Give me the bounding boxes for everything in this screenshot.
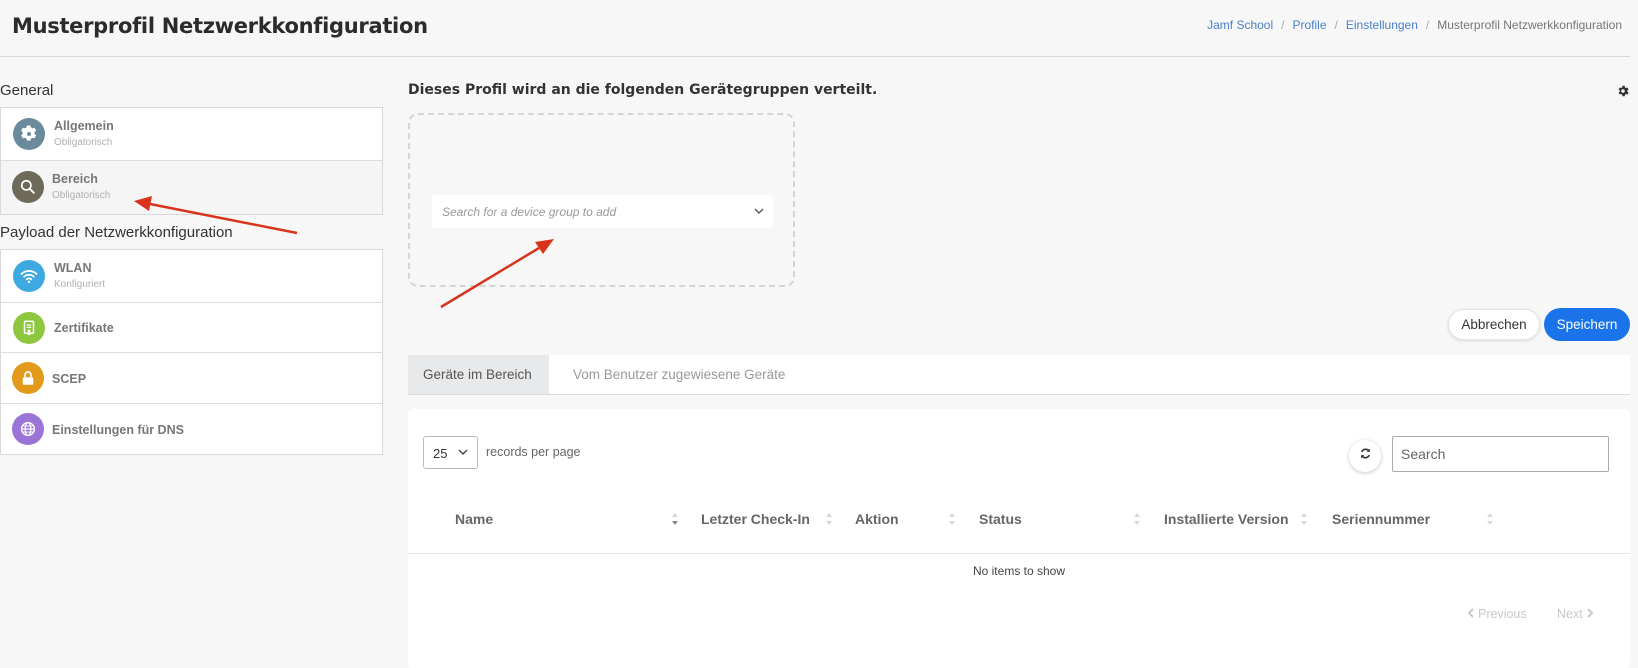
column-header-status[interactable]: Status <box>979 511 1022 527</box>
previous-page-button[interactable]: Previous <box>1467 607 1527 621</box>
sidebar-item-wlan[interactable]: WLAN Konfiguriert <box>1 250 382 303</box>
records-per-page-label: records per page <box>486 445 581 459</box>
tab-devices-in-scope[interactable]: Geräte im Bereich <box>408 355 549 394</box>
sidebar-item-label: SCEP <box>52 372 87 386</box>
save-button[interactable]: Speichern <box>1544 308 1630 341</box>
sidebar-item-scep[interactable]: SCEP <box>1 353 382 404</box>
chevron-down-icon <box>457 446 469 461</box>
column-header-last-checkin[interactable]: Letzter Check-In <box>701 511 810 527</box>
cancel-button[interactable]: Abbrechen <box>1448 309 1540 340</box>
sidebar-item-label: Einstellungen für DNS <box>52 423 184 437</box>
device-group-search-select[interactable]: Search for a device group to add <box>432 195 773 228</box>
device-group-dropzone: Search for a device group to add <box>408 113 795 287</box>
network-payload-list: WLAN Konfiguriert Zertifikate SCEP Einst… <box>0 249 383 455</box>
sidebar-item-bereich[interactable]: Bereich Obligatorisch <box>1 161 382 214</box>
certificate-icon <box>13 312 45 344</box>
table-header-divider <box>408 553 1630 554</box>
tab-user-assigned-devices[interactable]: Vom Benutzer zugewiesene Geräte <box>558 355 800 394</box>
records-per-page-value: 25 <box>433 446 448 461</box>
sidebar-item-status: Obligatorisch <box>52 190 111 201</box>
sidebar-item-dns[interactable]: Einstellungen für DNS <box>1 404 382 454</box>
sidebar-item-zertifikate[interactable]: Zertifikate <box>1 303 382 353</box>
sort-icon[interactable] <box>671 510 679 528</box>
general-payload-list: Allgemein Obligatorisch Bereich Obligato… <box>0 107 383 215</box>
section-general-label: General <box>0 82 54 99</box>
chevron-down-icon <box>753 204 765 222</box>
column-header-name[interactable]: Name <box>455 511 493 527</box>
wifi-icon <box>13 260 45 292</box>
sidebar-item-status: Konfiguriert <box>54 279 106 290</box>
breadcrumb: Jamf School / Profile / Einstellungen / … <box>1207 18 1622 32</box>
lock-icon <box>12 362 44 394</box>
sidebar-item-status: Obligatorisch <box>54 137 113 148</box>
sidebar-item-label: Bereich <box>52 172 98 186</box>
device-group-search-placeholder: Search for a device group to add <box>442 205 617 219</box>
chevron-right-icon <box>1586 607 1594 621</box>
breadcrumb-current: Musterprofil Netzwerkkonfiguration <box>1437 18 1622 32</box>
section-payload-label: Payload der Netzwerkkonfiguration <box>0 224 233 241</box>
sidebar-item-label: Zertifikate <box>54 321 114 335</box>
sort-icon[interactable] <box>948 510 956 528</box>
sidebar-item-label: Allgemein <box>54 119 114 133</box>
sort-icon[interactable] <box>1133 510 1141 528</box>
previous-page-label: Previous <box>1478 607 1527 621</box>
sort-icon[interactable] <box>825 510 833 528</box>
refresh-button[interactable] <box>1349 440 1381 472</box>
column-header-serial-number[interactable]: Seriennummer <box>1332 511 1430 527</box>
next-page-label: Next <box>1557 607 1583 621</box>
breadcrumb-jamf-school[interactable]: Jamf School <box>1207 18 1273 32</box>
sidebar-item-allgemein[interactable]: Allgemein Obligatorisch <box>1 108 382 161</box>
column-header-aktion[interactable]: Aktion <box>855 511 899 527</box>
globe-icon <box>12 413 44 445</box>
column-header-installed-version[interactable]: Installierte Version <box>1164 511 1289 527</box>
gear-icon <box>13 118 45 150</box>
magnifier-icon <box>12 171 44 203</box>
records-per-page-select[interactable]: 25 <box>423 436 478 469</box>
empty-table-message: No items to show <box>972 564 1066 578</box>
next-page-button[interactable]: Next <box>1557 607 1594 621</box>
table-search-input[interactable] <box>1392 436 1609 472</box>
page-header: Musterprofil Netzwerkkonfiguration Jamf … <box>0 0 1630 57</box>
settings-gear-icon[interactable] <box>1616 84 1630 98</box>
device-tabs: Geräte im Bereich Vom Benutzer zugewiese… <box>408 355 1630 395</box>
sidebar-item-label: WLAN <box>54 261 92 275</box>
sort-icon[interactable] <box>1486 510 1494 528</box>
devices-table-card: 25 records per page Name Letzter Check-I… <box>408 409 1630 668</box>
refresh-icon <box>1359 447 1372 465</box>
sort-icon[interactable] <box>1300 510 1308 528</box>
page-title: Musterprofil Netzwerkkonfiguration <box>12 14 428 38</box>
breadcrumb-profile[interactable]: Profile <box>1292 18 1326 32</box>
scope-title: Dieses Profil wird an die folgenden Gerä… <box>408 82 878 98</box>
breadcrumb-einstellungen[interactable]: Einstellungen <box>1346 18 1418 32</box>
chevron-left-icon <box>1467 607 1475 621</box>
